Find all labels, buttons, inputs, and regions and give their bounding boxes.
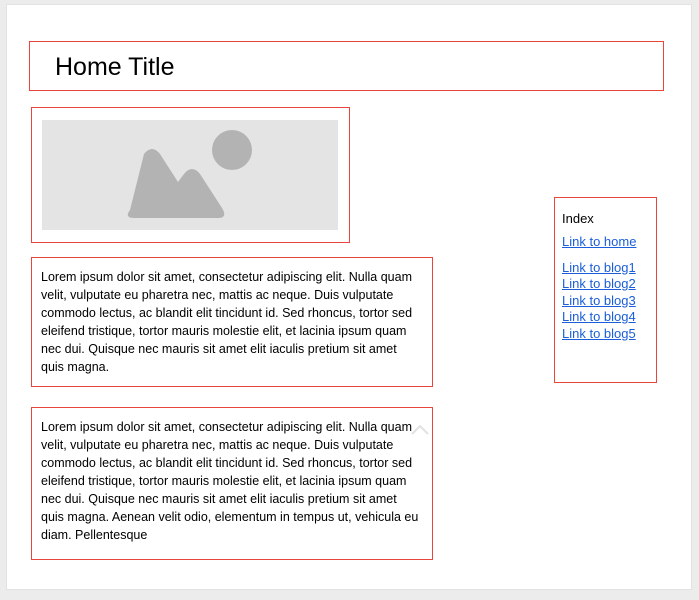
sidebar-link-blog1[interactable]: Link to blog1 bbox=[562, 260, 656, 277]
sidebar-link-blog4[interactable]: Link to blog4 bbox=[562, 309, 656, 326]
paragraph-1: Lorem ipsum dolor sit amet, consectetur … bbox=[41, 270, 413, 374]
sidebar-index: Index Link to home Link to blog1 Link to… bbox=[554, 197, 657, 383]
sidebar-link-home[interactable]: Link to home bbox=[562, 234, 656, 251]
page-canvas: Home Title Lorem ipsum dolor sit amet, c… bbox=[6, 4, 692, 590]
header-box: Home Title bbox=[29, 41, 664, 91]
image-placeholder bbox=[42, 120, 338, 230]
chevron-up-icon bbox=[411, 425, 429, 435]
paragraph-2: Lorem ipsum dolor sit amet, consectetur … bbox=[41, 420, 419, 542]
content-card-2: Lorem ipsum dolor sit amet, consectetur … bbox=[31, 407, 433, 560]
sidebar-link-blog5[interactable]: Link to blog5 bbox=[562, 326, 656, 343]
hero-image-box bbox=[31, 107, 350, 243]
sidebar-heading: Index bbox=[562, 211, 594, 226]
sidebar-link-blog2[interactable]: Link to blog2 bbox=[562, 276, 656, 293]
sidebar-link-blog3[interactable]: Link to blog3 bbox=[562, 293, 656, 310]
image-placeholder-icon bbox=[127, 130, 252, 218]
page-title: Home Title bbox=[55, 53, 175, 81]
content-card-1: Lorem ipsum dolor sit amet, consectetur … bbox=[31, 257, 433, 387]
